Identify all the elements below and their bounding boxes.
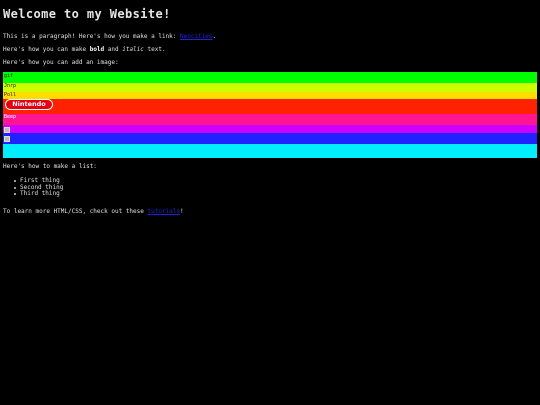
image-alt-label: Jnrp	[4, 83, 17, 89]
neocities-link[interactable]: Neocities	[180, 33, 213, 40]
paragraph-tutorials: To learn more HTML/CSS, check out these …	[3, 208, 184, 216]
paragraph-text: This is a paragraph! Here's how you make…	[3, 33, 181, 40]
band-red	[3, 99, 537, 114]
tutorials-text: To learn more HTML/CSS, check out these	[3, 207, 148, 215]
band-pink	[3, 114, 537, 125]
band-purple	[3, 125, 537, 133]
rainbow-image: gif Jnrp Poll Nintendo Beep	[3, 72, 537, 158]
paragraph-end: .	[212, 33, 217, 40]
example-list: First thing Second thing Third thing	[3, 177, 184, 198]
paragraph-intro: This is a paragraph! Here's how you make…	[3, 33, 537, 41]
tutorials-link[interactable]: tutorials	[148, 208, 181, 215]
broken-image-icon	[4, 136, 10, 142]
nintendo-logo-text: Nintendo	[6, 100, 52, 109]
band-blue	[3, 133, 537, 144]
broken-image-icon	[4, 127, 10, 133]
paragraph-list-intro: Here's how to make a list:	[3, 163, 97, 170]
band-cyan	[3, 144, 537, 158]
band-green	[3, 72, 537, 83]
band-yellow	[3, 92, 537, 99]
paragraph-image-intro: Here's how you can add an image:	[3, 59, 119, 66]
band-yellow-green	[3, 83, 537, 92]
page: Welcome to my Website! This is a paragra…	[0, 0, 540, 67]
image-alt-label: Poll	[4, 92, 17, 98]
italic-text: italic	[122, 46, 144, 53]
list-item: Third thing	[13, 190, 184, 198]
formatting-before: Here's how you can make	[3, 46, 90, 53]
lower-content: Here's how to make a list: First thing S…	[3, 163, 184, 216]
tutorials-end: !	[180, 207, 184, 215]
image-alt-label: Beep	[4, 114, 17, 120]
image-alt-label: gif	[4, 73, 14, 79]
formatting-middle: and	[104, 46, 123, 53]
page-title: Welcome to my Website!	[3, 7, 171, 21]
nintendo-logo: Nintendo	[5, 99, 53, 110]
bold-text: bold	[89, 46, 105, 53]
formatting-after: text.	[143, 46, 166, 53]
paragraph-formatting: Here's how you can make bold and italic …	[3, 46, 537, 54]
